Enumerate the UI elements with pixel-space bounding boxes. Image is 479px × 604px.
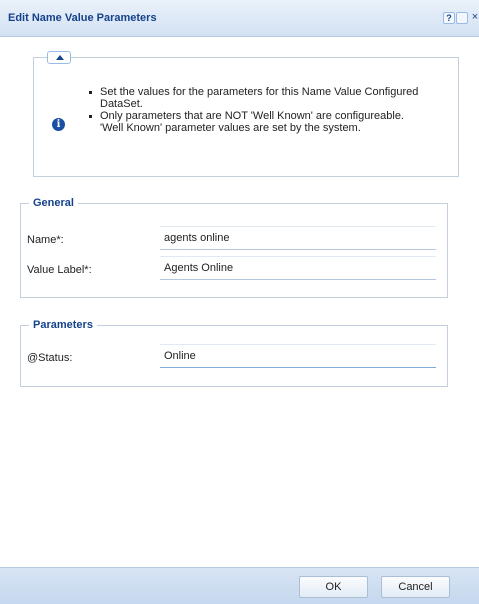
info-icon: i xyxy=(52,118,65,131)
dialog-titlebar[interactable]: Edit Name Value Parameters ? × xyxy=(0,0,479,37)
maximize-icon[interactable] xyxy=(456,12,468,24)
close-icon[interactable]: × xyxy=(469,12,479,24)
value-label-input[interactable] xyxy=(160,256,436,280)
info-bullet-item: Only parameters that are NOT 'Well Known… xyxy=(84,110,429,134)
value-label-label: Value Label*: xyxy=(27,264,92,276)
general-group: General xyxy=(20,197,448,298)
info-bullet-list: Set the values for the parameters for th… xyxy=(84,86,429,134)
collapse-info-button[interactable] xyxy=(47,51,71,64)
name-label: Name*: xyxy=(27,234,64,246)
edit-name-value-parameters-dialog: Edit Name Value Parameters ? × i Set the… xyxy=(0,0,479,604)
info-bullet-item: Set the values for the parameters for th… xyxy=(84,86,429,110)
name-input[interactable] xyxy=(160,226,436,250)
dialog-title: Edit Name Value Parameters xyxy=(8,12,157,24)
parameters-legend: Parameters xyxy=(29,319,97,331)
ok-button[interactable]: OK xyxy=(299,576,368,598)
help-icon[interactable]: ? xyxy=(443,12,455,24)
status-input[interactable] xyxy=(160,344,436,368)
status-label: @Status: xyxy=(27,352,73,364)
general-legend: General xyxy=(29,197,78,209)
cancel-button[interactable]: Cancel xyxy=(381,576,450,598)
